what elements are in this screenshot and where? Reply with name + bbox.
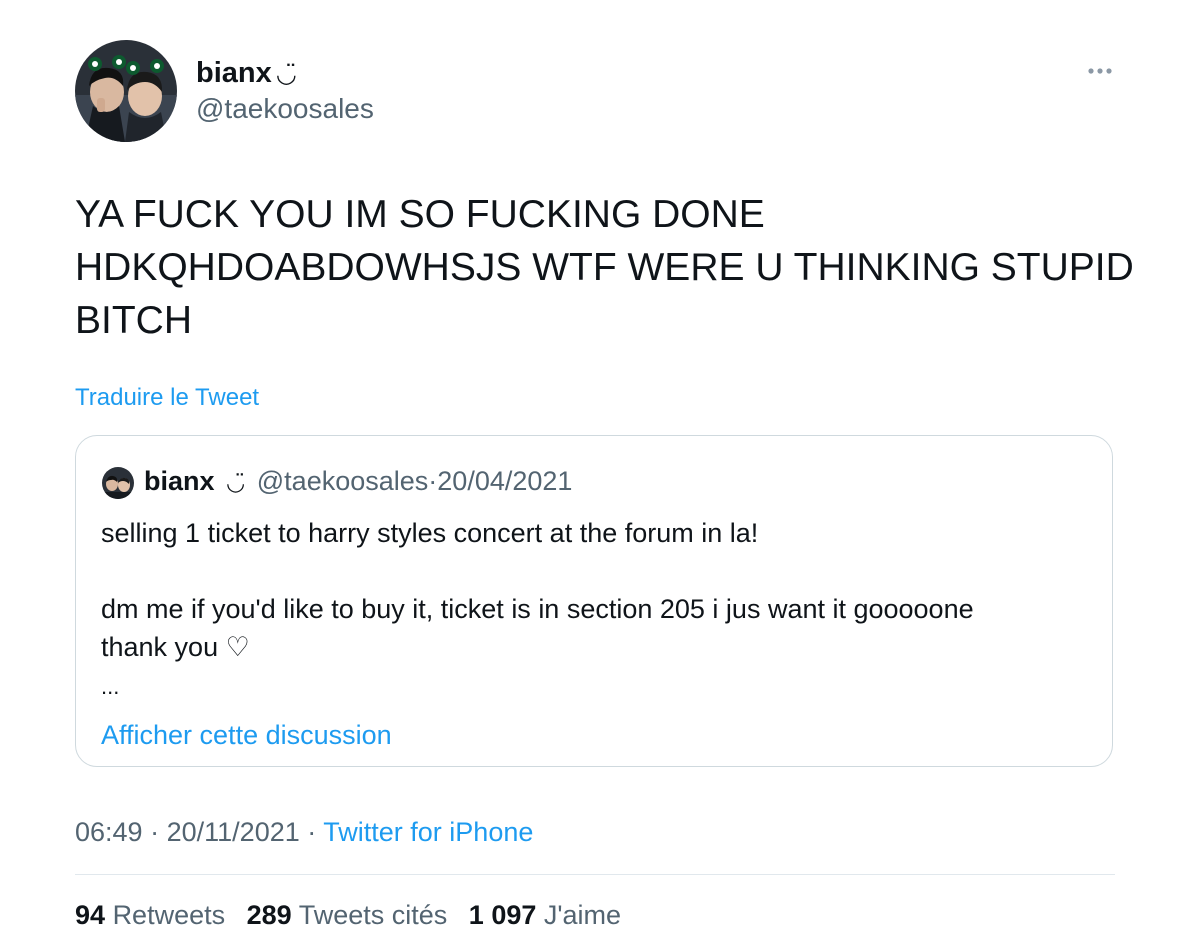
quote-tweets-stat[interactable]: 289 Tweets cités	[247, 900, 455, 930]
tweet-metadata: 06:49 · 20/11/2021 · Twitter for iPhone	[75, 815, 533, 849]
translate-tweet-link[interactable]: Traduire le Tweet	[75, 383, 259, 413]
quoted-tweet-header: bianx ◡̈ @taekoosales·20/04/2021	[144, 464, 572, 500]
profile-photo-icon	[102, 467, 134, 499]
quote-tweets-label: Tweets cités	[298, 900, 448, 930]
quoted-author-avatar	[102, 467, 134, 499]
tweet-source-link[interactable]: Twitter for iPhone	[323, 817, 533, 847]
author-avatar[interactable]	[75, 40, 177, 142]
more-options-button[interactable]	[1080, 58, 1120, 84]
quote-tweets-count: 289	[246, 900, 292, 930]
likes-count: 1 097	[468, 900, 537, 930]
divider	[75, 874, 1115, 875]
metadata-separator: ·	[307, 817, 317, 847]
smile-emoji-icon: ◡̈	[275, 61, 297, 88]
quoted-date: 20/04/2021	[437, 466, 573, 496]
tweet-date[interactable]: 20/11/2021	[167, 817, 300, 847]
retweets-count: 94	[75, 900, 106, 930]
author-display-name[interactable]: bianx ◡̈	[196, 56, 297, 92]
quoted-tweet-text: selling 1 ticket to harry styles concert…	[101, 518, 974, 662]
retweets-stat[interactable]: 94 Retweets	[75, 900, 233, 930]
tweet-text: YA FUCK YOU IM SO FUCKING DONE HDKQHDOAB…	[75, 193, 1134, 342]
smile-emoji-icon: ◡̈	[226, 470, 246, 495]
tweet-time[interactable]: 06:49	[75, 817, 143, 847]
show-thread-link[interactable]: Afficher cette discussion	[101, 718, 392, 752]
quoted-author-name: bianx	[144, 466, 215, 496]
quoted-author-handle: @taekoosales	[256, 466, 429, 496]
quoted-tweet-card[interactable]: bianx ◡̈ @taekoosales·20/04/2021 selling…	[75, 435, 1113, 767]
retweets-label: Retweets	[112, 900, 226, 930]
quoted-separator: ·	[428, 466, 438, 496]
more-horizontal-icon	[1088, 68, 1112, 74]
quoted-tweet-ellipsis: ...	[101, 674, 120, 699]
likes-stat[interactable]: 1 097 J'aime	[469, 900, 621, 930]
tweet-stats: 94 Retweets 289 Tweets cités 1 097 J'aim…	[75, 898, 635, 932]
profile-photo-icon	[75, 40, 177, 142]
author-handle[interactable]: @taekoosales	[196, 92, 374, 126]
author-name-text: bianx	[196, 57, 272, 89]
metadata-separator: ·	[150, 817, 160, 847]
likes-label: J'aime	[543, 900, 622, 930]
